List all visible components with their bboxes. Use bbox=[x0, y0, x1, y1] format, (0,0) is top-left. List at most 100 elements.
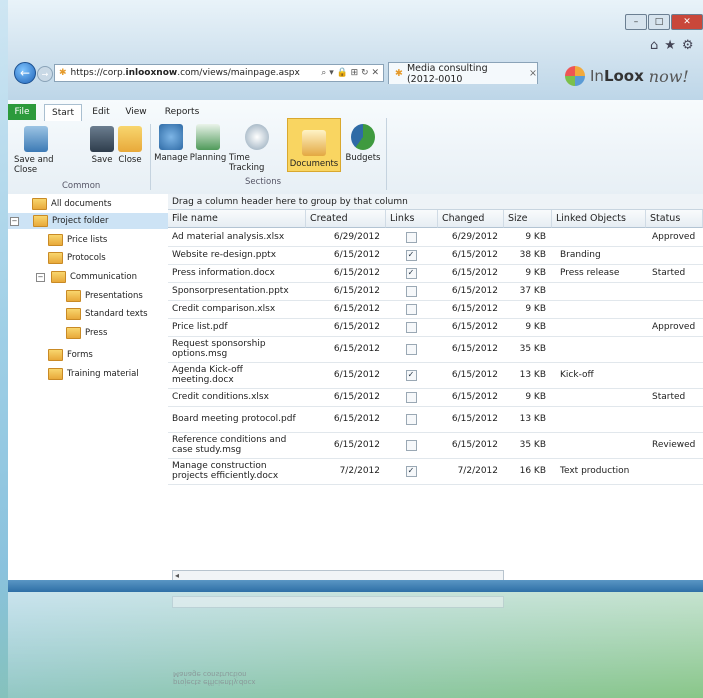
changed-cell[interactable]: 6/15/2012 bbox=[438, 318, 504, 336]
changed-cell[interactable]: 6/15/2012 bbox=[438, 264, 504, 282]
objects-cell[interactable]: Branding bbox=[552, 246, 646, 264]
status-cell[interactable]: Reviewed bbox=[646, 432, 703, 458]
tree-item-project-folder[interactable]: − Project folder bbox=[8, 213, 168, 229]
created-cell[interactable]: 6/15/2012 bbox=[306, 388, 386, 406]
tab-close-icon[interactable]: × bbox=[529, 68, 537, 79]
documents-button[interactable]: Documents bbox=[287, 118, 341, 172]
status-cell[interactable]: Started bbox=[646, 388, 703, 406]
tab-view[interactable]: View bbox=[120, 104, 152, 120]
save-button[interactable]: Save bbox=[88, 126, 116, 165]
size-cell[interactable]: 35 KB bbox=[504, 336, 552, 362]
size-cell[interactable]: 13 KB bbox=[504, 362, 552, 388]
name-cell[interactable]: Ad material analysis.xlsx bbox=[168, 228, 306, 246]
address-controls[interactable]: ⌕ ▾ 🔒 ⊞ ↻ ✕ bbox=[321, 68, 379, 78]
checkbox-icon[interactable] bbox=[405, 391, 417, 403]
links-cell[interactable]: ✓ bbox=[386, 264, 438, 282]
time-tracking-button[interactable]: Time Tracking bbox=[229, 124, 285, 173]
changed-cell[interactable]: 7/2/2012 bbox=[438, 458, 504, 484]
maximize-button[interactable]: □ bbox=[648, 14, 670, 30]
name-cell[interactable]: Agenda Kick-off meeting.docx bbox=[168, 362, 306, 388]
objects-cell[interactable] bbox=[552, 228, 646, 246]
created-cell[interactable]: 6/15/2012 bbox=[306, 432, 386, 458]
checkbox-icon[interactable] bbox=[405, 231, 417, 243]
name-cell[interactable]: Credit comparison.xlsx bbox=[168, 300, 306, 318]
checkbox-icon[interactable] bbox=[405, 285, 417, 297]
name-cell[interactable]: Sponsorpresentation.pptx bbox=[168, 282, 306, 300]
changed-cell[interactable]: 6/15/2012 bbox=[438, 282, 504, 300]
size-cell[interactable]: 9 KB bbox=[504, 388, 552, 406]
column-header-size[interactable]: Size bbox=[504, 210, 552, 228]
name-cell[interactable]: Price list.pdf bbox=[168, 318, 306, 336]
size-cell[interactable]: 37 KB bbox=[504, 282, 552, 300]
column-header-file-name[interactable]: File name bbox=[168, 210, 306, 228]
links-cell[interactable] bbox=[386, 318, 438, 336]
objects-cell[interactable]: Press release bbox=[552, 264, 646, 282]
settings-gear-icon[interactable]: ⚙ bbox=[682, 38, 694, 53]
links-cell[interactable] bbox=[386, 432, 438, 458]
name-cell[interactable]: Reference conditions and case study.msg bbox=[168, 432, 306, 458]
size-cell[interactable]: 9 KB bbox=[504, 300, 552, 318]
checked-checkbox-icon[interactable]: ✓ bbox=[405, 249, 417, 261]
size-cell[interactable]: 9 KB bbox=[504, 264, 552, 282]
status-cell[interactable] bbox=[646, 300, 703, 318]
links-cell[interactable]: ✓ bbox=[386, 362, 438, 388]
links-cell[interactable] bbox=[386, 406, 438, 432]
tab-file[interactable]: File bbox=[8, 104, 36, 120]
tab-edit[interactable]: Edit bbox=[86, 104, 116, 120]
tree-item-press[interactable]: Press bbox=[66, 325, 107, 341]
changed-cell[interactable]: 6/15/2012 bbox=[438, 388, 504, 406]
objects-cell[interactable]: Kick-off bbox=[552, 362, 646, 388]
changed-cell[interactable]: 6/15/2012 bbox=[438, 362, 504, 388]
group-by-panel[interactable]: Drag a column header here to group by th… bbox=[168, 194, 703, 210]
size-cell[interactable]: 9 KB bbox=[504, 228, 552, 246]
checkbox-icon[interactable] bbox=[405, 303, 417, 315]
tab-start[interactable]: Start bbox=[44, 104, 82, 121]
created-cell[interactable]: 6/29/2012 bbox=[306, 228, 386, 246]
column-header-status[interactable]: Status bbox=[646, 210, 703, 228]
name-cell[interactable]: Website re-design.pptx bbox=[168, 246, 306, 264]
tree-item-training-material[interactable]: Training material bbox=[48, 366, 139, 382]
tree-item-forms[interactable]: Forms bbox=[48, 347, 93, 363]
objects-cell[interactable] bbox=[552, 282, 646, 300]
objects-cell[interactable] bbox=[552, 388, 646, 406]
created-cell[interactable]: 6/15/2012 bbox=[306, 246, 386, 264]
changed-cell[interactable]: 6/15/2012 bbox=[438, 300, 504, 318]
save-and-close-button[interactable]: Save and Close bbox=[14, 126, 58, 175]
close-button[interactable]: Close bbox=[116, 126, 144, 165]
created-cell[interactable]: 6/15/2012 bbox=[306, 264, 386, 282]
checked-checkbox-icon[interactable]: ✓ bbox=[405, 267, 417, 279]
name-cell[interactable]: Manage construction projects efficiently… bbox=[168, 458, 306, 484]
objects-cell[interactable] bbox=[552, 432, 646, 458]
planning-button[interactable]: Planning bbox=[190, 124, 226, 163]
collapse-toggle-icon[interactable]: − bbox=[10, 216, 19, 226]
status-cell[interactable]: Approved bbox=[646, 318, 703, 336]
tree-item-protocols[interactable]: Protocols bbox=[48, 250, 106, 266]
checked-checkbox-icon[interactable]: ✓ bbox=[405, 465, 417, 477]
links-cell[interactable] bbox=[386, 228, 438, 246]
changed-cell[interactable]: 6/15/2012 bbox=[438, 406, 504, 432]
column-header-created[interactable]: Created bbox=[306, 210, 386, 228]
links-cell[interactable] bbox=[386, 282, 438, 300]
name-cell[interactable]: Credit conditions.xlsx bbox=[168, 388, 306, 406]
status-cell[interactable] bbox=[646, 246, 703, 264]
checkbox-icon[interactable] bbox=[405, 413, 417, 425]
column-header-links[interactable]: Links bbox=[386, 210, 438, 228]
created-cell[interactable]: 6/15/2012 bbox=[306, 318, 386, 336]
created-cell[interactable]: 6/15/2012 bbox=[306, 406, 386, 432]
status-cell[interactable] bbox=[646, 362, 703, 388]
status-cell[interactable] bbox=[646, 406, 703, 432]
column-header-changed[interactable]: Changed bbox=[438, 210, 504, 228]
tree-item-all-documents[interactable]: All documents bbox=[32, 196, 112, 212]
size-cell[interactable]: 16 KB bbox=[504, 458, 552, 484]
name-cell[interactable]: Request sponsorship options.msg bbox=[168, 336, 306, 362]
tree-item-presentations[interactable]: Presentations bbox=[66, 288, 143, 304]
objects-cell[interactable] bbox=[552, 318, 646, 336]
browser-tab[interactable]: ✱ Media consulting (2012-0010 × bbox=[388, 62, 538, 85]
size-cell[interactable]: 13 KB bbox=[504, 406, 552, 432]
checked-checkbox-icon[interactable]: ✓ bbox=[405, 369, 417, 381]
checkbox-icon[interactable] bbox=[405, 343, 417, 355]
favorites-star-icon[interactable]: ★ bbox=[664, 38, 676, 53]
budgets-button[interactable]: Budgets bbox=[343, 124, 383, 163]
status-cell[interactable]: Approved bbox=[646, 228, 703, 246]
status-cell[interactable] bbox=[646, 336, 703, 362]
